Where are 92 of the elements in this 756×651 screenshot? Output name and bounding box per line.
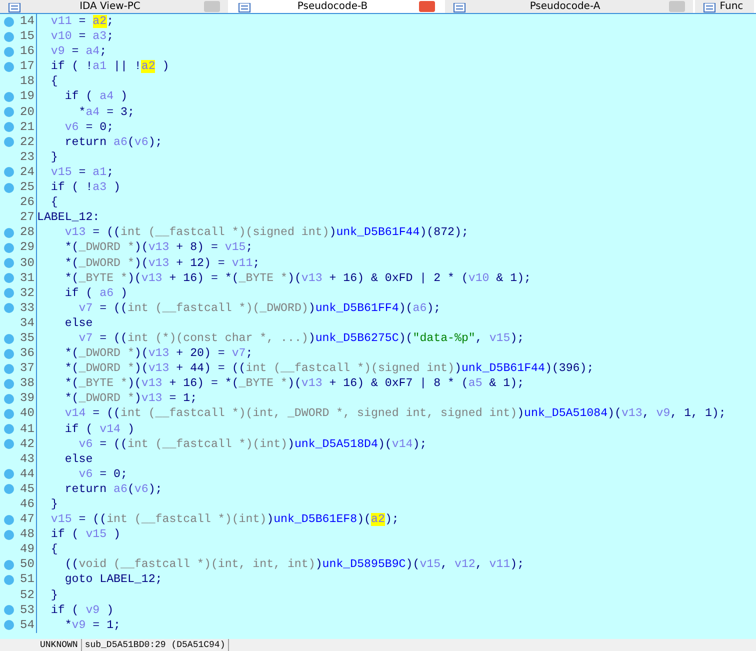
code-line: } xyxy=(50,150,58,165)
line-number: 15 xyxy=(20,29,34,44)
line-number: 14 xyxy=(20,14,34,30)
line-number: 42 xyxy=(20,436,34,452)
code-line: *(_DWORD *)(v13 + 20) = v7; xyxy=(64,346,253,362)
code-line: ((void (__fastcall *)(int, int, int))unk_D5895B9C)(v15, v12, v11); xyxy=(64,557,524,572)
code-line: if ( v15 ) xyxy=(50,527,120,542)
code-line: *(_BYTE *)(v13 + 16) = *(_BYTE *)(v13 + 16) & 0xF7 | 8 * (a5 & 1); xyxy=(64,376,524,392)
status-mode: UNKNOWN xyxy=(37,639,82,651)
code-line: if ( !a3 ) xyxy=(50,180,121,196)
status-location: sub_D5A51BD0:29 (D5A51C94) xyxy=(82,639,230,651)
line-number: 21 xyxy=(20,120,34,135)
code-line: } xyxy=(50,588,58,603)
code-line: v9 = a4; xyxy=(50,44,107,60)
line-number: 43 xyxy=(20,452,34,467)
line-number: 27 xyxy=(20,210,34,226)
line-number: 16 xyxy=(20,44,34,60)
line-number: 51 xyxy=(20,572,34,588)
line-number: 20 xyxy=(20,104,34,120)
document-icon xyxy=(238,3,252,13)
line-number: 33 xyxy=(20,300,34,316)
line-number: 46 xyxy=(20,497,34,512)
line-number: 28 xyxy=(20,225,34,240)
code-line: *(_DWORD *)v13 = 1; xyxy=(64,391,198,406)
code-line: goto LABEL_12; xyxy=(64,572,162,588)
line-number: 25 xyxy=(20,180,34,196)
line-number: 38 xyxy=(20,376,34,392)
line-number: 17 xyxy=(20,59,34,74)
document-icon xyxy=(8,3,22,13)
code-line: if ( v9 ) xyxy=(50,602,114,618)
line-number: 50 xyxy=(20,557,34,572)
code-line: v11 = a2; xyxy=(50,14,114,30)
line-number: 22 xyxy=(20,134,34,150)
tab[interactable]: Pseudocode-A xyxy=(445,0,695,13)
line-number: 54 xyxy=(20,618,34,633)
code-line: if ( a4 ) xyxy=(64,89,128,105)
code-line: { xyxy=(50,74,58,90)
code-line: v14 = ((int (__fastcall *)(int, _DWORD *, signed int, signed int))unk_D5A51084)(v13, v9, 1, 1); xyxy=(64,406,726,422)
code-line: *(_BYTE *)(v13 + 16) = *(_BYTE *)(v13 + 16) & 0xFD | 2 * (v10 & 1); xyxy=(64,270,532,286)
code-line: v13 = ((int (__fastcall *)(signed int))unk_D5B61F44)(872); xyxy=(64,225,468,240)
code-line: return a6(v6); xyxy=(64,134,162,150)
code-line: if ( a6 ) xyxy=(64,286,128,301)
line-number: 30 xyxy=(20,256,34,271)
line-number: 31 xyxy=(20,270,34,286)
code-line: } xyxy=(50,497,58,512)
line-number: 23 xyxy=(20,150,34,165)
code-line: v15 = ((int (__fastcall *)(int))unk_D5B61EF8)(a2); xyxy=(50,512,399,528)
line-number: 29 xyxy=(20,240,34,256)
line-number: 47 xyxy=(20,512,34,528)
line-number: 45 xyxy=(20,482,34,497)
code-line: { xyxy=(50,195,58,210)
tab[interactable]: Pseudocode-B xyxy=(230,0,445,13)
code-line: return a6(v6); xyxy=(64,482,162,497)
code-line: v7 = ((int (*)(const char *, ...))unk_D5B6275C)("data-%p", v15); xyxy=(78,330,524,346)
code-line: v6 = 0; xyxy=(78,466,128,482)
code-line: *v9 = 1; xyxy=(64,618,121,633)
line-number: 39 xyxy=(20,391,34,406)
document-icon xyxy=(453,3,467,13)
code-line: { xyxy=(50,542,58,558)
line-number: 18 xyxy=(20,74,34,90)
code-line: *(_DWORD *)(v13 + 12) = v11; xyxy=(64,256,260,271)
code-line: *(_DWORD *)(v13 + 8) = v15; xyxy=(64,240,253,256)
tab[interactable]: Func xyxy=(695,0,756,13)
line-number: 48 xyxy=(20,527,34,542)
line-number: 37 xyxy=(20,361,34,376)
line-number: 24 xyxy=(20,164,34,180)
line-number: 49 xyxy=(20,542,34,558)
line-number: 44 xyxy=(20,466,34,482)
code-line: else xyxy=(64,316,93,331)
line-number: 53 xyxy=(20,602,34,618)
line-number: 19 xyxy=(20,89,34,105)
code-line: LABEL_12: xyxy=(37,210,100,226)
line-number: 26 xyxy=(20,195,34,210)
document-icon xyxy=(703,3,717,13)
line-number: 52 xyxy=(20,588,34,603)
code-line: if ( !a1 || !a2 ) xyxy=(50,59,170,74)
code-line: v7 = ((int (__fastcall *)(_DWORD))unk_D5B61FF4)(a6); xyxy=(78,300,441,316)
code-line: *a4 = 3; xyxy=(78,104,134,120)
code-line: v10 = a3; xyxy=(50,29,114,44)
code-line: v15 = a1; xyxy=(50,164,114,180)
code-line: if ( v14 ) xyxy=(64,422,134,437)
line-number: 32 xyxy=(20,286,34,301)
code-line: else xyxy=(64,452,93,467)
line-number: 35 xyxy=(20,330,34,346)
line-number: 41 xyxy=(20,422,34,437)
line-number: 34 xyxy=(20,316,34,331)
code-line: *(_DWORD *)(v13 + 44) = ((int (__fastcall *)(signed int))unk_D5B61F44)(396); xyxy=(64,361,594,376)
code-line: v6 = ((int (__fastcall *)(int))unk_D5A518D4)(v14); xyxy=(78,436,427,452)
line-number: 40 xyxy=(20,406,34,422)
code-line: v6 = 0; xyxy=(64,120,114,135)
tab[interactable]: IDA View-PC xyxy=(0,0,230,13)
line-number: 36 xyxy=(20,346,34,362)
